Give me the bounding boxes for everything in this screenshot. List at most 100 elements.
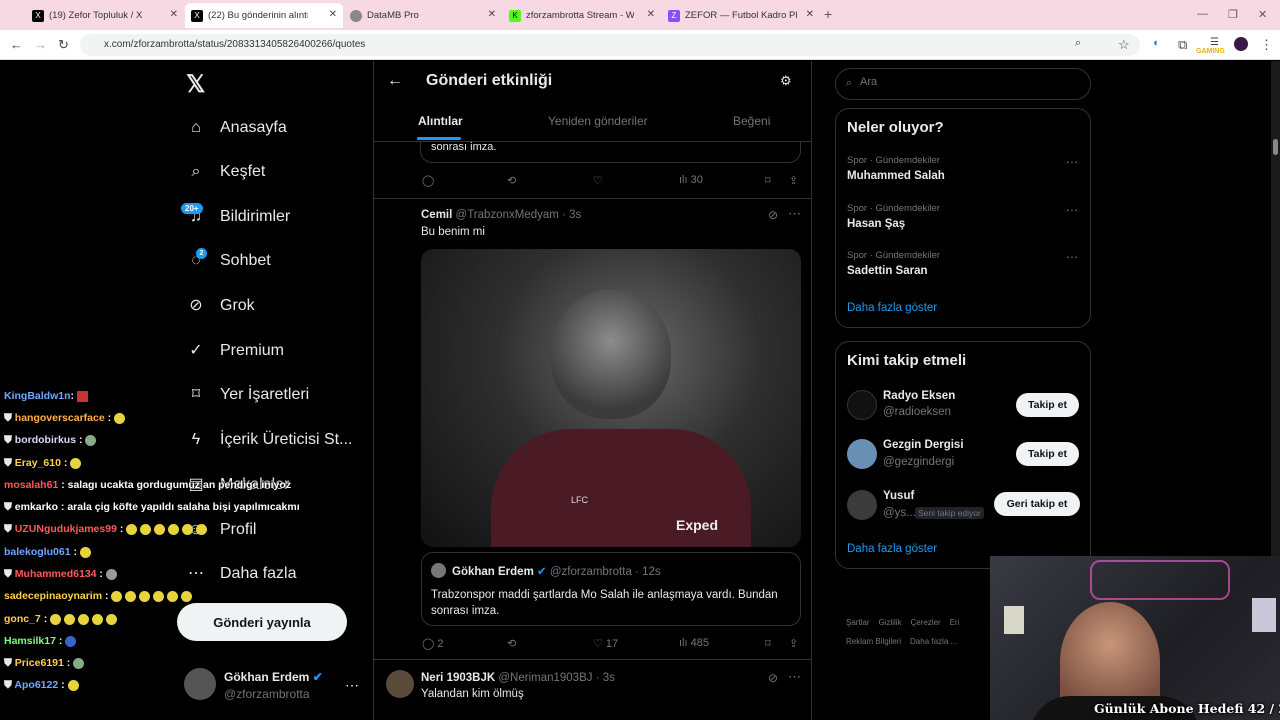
close-icon[interactable]: ✕ xyxy=(329,9,337,20)
avatar[interactable] xyxy=(847,439,877,469)
footer-link[interactable]: Şartlar xyxy=(846,618,870,627)
avatar[interactable] xyxy=(847,390,877,420)
share-icon[interactable]: ⇪ xyxy=(789,637,798,650)
user-name[interactable]: Gezgin Dergisi xyxy=(883,439,964,451)
search-box[interactable]: ⌕ xyxy=(835,68,1091,100)
avatar[interactable] xyxy=(386,670,414,698)
footer-link[interactable]: Gizlilik xyxy=(878,618,901,627)
show-more-link[interactable]: Daha fazla göster xyxy=(847,302,937,314)
avatar[interactable] xyxy=(847,490,877,520)
profile-avatar[interactable] xyxy=(1234,37,1248,51)
follow-button[interactable]: Takip et xyxy=(1016,393,1079,417)
post-actions: ◯ 2 ⟲ ♡ 17 ılı 485 ⌑ ⇪ xyxy=(422,637,802,650)
new-tab-button[interactable]: + xyxy=(824,6,832,22)
more-icon[interactable]: ⋯ xyxy=(788,669,801,685)
window-close-button[interactable]: ✕ xyxy=(1258,8,1267,21)
trend-item[interactable]: Spor · Gündemdekiler Hasan Şaş ⋯ xyxy=(836,203,1090,247)
divider xyxy=(374,198,811,199)
post-time[interactable]: 3s xyxy=(569,209,581,221)
reload-icon[interactable]: ↻ xyxy=(58,37,69,53)
author-handle[interactable]: @TrabzonxMedyam xyxy=(456,209,559,221)
tab-quotes[interactable]: Alıntılar xyxy=(418,114,463,128)
extension-icon[interactable]: ◖ xyxy=(1152,37,1159,49)
tab-title: zforzambrotta Stream - Watch xyxy=(526,10,634,21)
browser-tab[interactable]: X (19) Zefor Topluluk / X ✕ xyxy=(26,3,184,28)
image-face xyxy=(551,289,671,419)
more-icon[interactable]: ⋯ xyxy=(1066,155,1078,169)
close-icon[interactable]: ✕ xyxy=(806,9,814,20)
trend-item[interactable]: Spor · Gündemdekiler Sadettin Saran ⋯ xyxy=(836,250,1090,294)
close-icon[interactable]: ✕ xyxy=(647,9,655,20)
grok-icon[interactable]: ⊘ xyxy=(768,671,778,685)
author-name[interactable]: Cemil xyxy=(421,209,452,221)
chat-line: Hamsilk17 : xyxy=(4,635,77,647)
reply-icon[interactable]: ◯ 2 xyxy=(422,637,444,650)
filter-icon[interactable]: ⚙ xyxy=(780,73,792,89)
address-bar[interactable]: x.com/zforzambrotta/status/2083313405826… xyxy=(80,34,1140,56)
tab-likes[interactable]: Beğeni xyxy=(733,114,770,128)
like-icon[interactable]: ♡ 17 xyxy=(593,637,618,650)
chat-line: ⛊ Eray_610 : xyxy=(4,457,82,470)
wall-frame xyxy=(1004,606,1024,634)
grok-icon[interactable]: ⊘ xyxy=(768,208,778,222)
scrollbar-thumb[interactable] xyxy=(1273,139,1278,155)
post-time[interactable]: 3s xyxy=(603,672,615,684)
footer-link[interactable]: Çerezler xyxy=(910,618,940,627)
close-icon[interactable]: ✕ xyxy=(170,9,178,20)
quoted-card[interactable]: sonrası imza. xyxy=(420,141,801,163)
nav-item-explore[interactable]: ⌕ Keşfet xyxy=(186,162,266,182)
quoted-post[interactable]: Gökhan Erdem ✔ @zforzambrotta · 12s Trab… xyxy=(421,552,801,626)
post-image[interactable]: LFC Exped xyxy=(421,249,801,547)
repost-icon[interactable]: ⟲ xyxy=(507,174,516,187)
show-more-link[interactable]: Daha fazla göster xyxy=(847,543,937,555)
account-menu-icon[interactable]: ⋯ xyxy=(345,677,359,694)
follows-you-badge: Seni takip ediyor xyxy=(915,507,984,519)
more-icon[interactable]: ⋯ xyxy=(1066,203,1078,217)
kick-logo-icon: K xyxy=(509,9,521,22)
like-icon[interactable]: ♡ xyxy=(593,174,603,187)
footer-link[interactable]: Eri xyxy=(950,618,960,627)
extensions-icon[interactable]: ⧉ xyxy=(1178,37,1187,53)
footer-link[interactable]: Daha fazla ... xyxy=(910,637,957,646)
maximize-button[interactable]: ❐ xyxy=(1228,8,1238,21)
star-icon[interactable]: ☆ xyxy=(1118,37,1130,53)
views-icon[interactable]: ılı 30 xyxy=(679,174,703,186)
share-icon[interactable]: ⇪ xyxy=(789,174,798,187)
quoted-text: sonrası imza. xyxy=(431,141,497,153)
bookmark-icon[interactable]: ⌑ xyxy=(765,637,771,650)
zoom-icon[interactable]: ⌕ xyxy=(1075,37,1081,50)
nav-item-home[interactable]: ⌂ Anasayfa xyxy=(186,118,287,138)
follow-button[interactable]: Takip et xyxy=(1016,442,1079,466)
kebab-menu-icon[interactable]: ⋮ xyxy=(1260,37,1273,53)
browser-tab-active[interactable]: X (22) Bu gönderinin alıntıları ✕ xyxy=(185,3,343,28)
user-name[interactable]: Yusuf xyxy=(883,490,914,502)
author-handle[interactable]: @Neriman1903BJ xyxy=(498,672,592,684)
back-arrow-icon[interactable]: ← xyxy=(387,72,403,90)
browser-tab[interactable]: Z ZEFOR — Futbol Kadro Planları ✕ xyxy=(662,3,820,28)
minimize-button[interactable]: — xyxy=(1197,8,1208,20)
bookmark-icon[interactable]: ⌑ xyxy=(765,174,771,187)
chat-line: ⛊ UZUNgudukjames99 : xyxy=(4,523,208,536)
nav-item-premium[interactable]: ✓ Premium xyxy=(186,341,284,361)
user-name[interactable]: Radyo Eksen xyxy=(883,390,955,402)
repost-icon[interactable]: ⟲ xyxy=(507,637,516,650)
back-icon[interactable]: ← xyxy=(10,37,23,52)
grok-icon: ⊘ xyxy=(189,297,203,314)
browser-tab[interactable]: K zforzambrotta Stream - Watch ✕ xyxy=(503,3,661,28)
close-icon[interactable]: ✕ xyxy=(488,9,496,20)
more-icon[interactable]: ⋯ xyxy=(1066,250,1078,264)
x-logo-icon[interactable]: 𝕏 xyxy=(186,70,205,99)
author-name[interactable]: Neri 1903BJK xyxy=(421,672,495,684)
search-input[interactable] xyxy=(860,76,1070,88)
trend-item[interactable]: Spor · Gündemdekiler Muhammed Salah ⋯ xyxy=(836,155,1090,199)
views-icon[interactable]: ılı 485 xyxy=(679,637,709,649)
follow-back-button[interactable]: Geri takip et xyxy=(994,492,1080,516)
footer-link[interactable]: Reklam Bilgileri xyxy=(846,637,901,646)
tab-reposts[interactable]: Yeniden gönderiler xyxy=(548,114,648,128)
forward-icon[interactable]: → xyxy=(34,37,47,52)
more-icon[interactable]: ⋯ xyxy=(788,206,801,222)
menu-lines-icon[interactable]: ☰ xyxy=(1210,37,1219,48)
browser-tab[interactable]: DataMB Pro ✕ xyxy=(344,3,502,28)
reply-icon[interactable]: ◯ xyxy=(422,174,434,187)
nav-item-grok[interactable]: ⊘ Grok xyxy=(186,296,254,316)
